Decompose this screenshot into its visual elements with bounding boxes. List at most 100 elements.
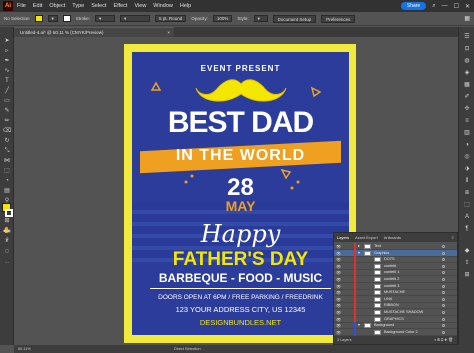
variable-width-dropdown[interactable]: ▾ <box>120 15 151 22</box>
tools-panel: ➤ ▹ ✒ ∿ T ╱ ▭ ✎ ✏ ⌫ ↻ ⤡ ⋈ ⬚ ◔ ▤ ⚲ ⧉ ⊞ ✋ … <box>0 27 14 345</box>
opacity-input[interactable]: 100% <box>212 15 233 22</box>
menu-object[interactable]: Object <box>49 3 65 9</box>
pathfinder-icon[interactable]: ⧈ <box>462 189 472 198</box>
type-tool-icon[interactable]: T <box>2 77 12 85</box>
symbols-icon[interactable]: ✣ <box>462 105 472 114</box>
properties-icon[interactable]: ☰ <box>462 33 472 42</box>
target-circle-icon[interactable] <box>442 258 445 262</box>
close-tab-icon[interactable]: × <box>167 28 170 38</box>
color-icon[interactable]: ◍ <box>462 57 472 66</box>
current-tool: Direct Selection <box>174 347 201 351</box>
menu-help[interactable]: Help <box>180 3 191 9</box>
fill-swatch[interactable] <box>34 15 43 22</box>
more-tools-icon[interactable]: ⋯ <box>2 259 12 267</box>
scale-tool-icon[interactable]: ⤡ <box>2 147 12 155</box>
appearance-icon[interactable]: ◎ <box>462 153 472 162</box>
brushes-icon[interactable]: ✐ <box>462 93 472 102</box>
arrange-icon[interactable]: ▦ <box>464 15 474 22</box>
tab-layers[interactable]: Layers <box>337 235 349 240</box>
target-circle-icon[interactable] <box>442 297 445 301</box>
rectangle-tool-icon[interactable]: ▭ <box>2 97 12 105</box>
menu-view[interactable]: View <box>134 3 146 9</box>
layer-thumbnail <box>374 296 381 302</box>
brush-dropdown[interactable]: 5 pt. Round <box>155 15 187 22</box>
curvature-tool-icon[interactable]: ∿ <box>2 67 12 75</box>
document-tab[interactable]: Untitled-4.ai* @ 60.11 % (CMYK/Preview) … <box>14 27 174 37</box>
menu-select[interactable]: Select <box>91 3 106 9</box>
target-circle-icon[interactable] <box>442 245 445 248</box>
layers-footer: 3 Layers ⌕ ⊞ ⊡ ✚ 🗑 <box>334 336 457 344</box>
width-tool-icon[interactable]: ⋈ <box>2 157 12 165</box>
style-dropdown[interactable]: ▾ <box>253 15 268 22</box>
zoom-level[interactable]: 60.11% <box>18 345 31 353</box>
target-circle-icon[interactable] <box>442 311 445 314</box>
gradient-tool-icon[interactable]: ▤ <box>2 187 12 195</box>
status-bar: 60.11% Direct Selection <box>14 345 474 353</box>
target-circle-icon[interactable] <box>442 278 445 281</box>
free-transform-tool-icon[interactable]: ⬚ <box>2 167 12 175</box>
preferences-button[interactable]: Preferences <box>321 14 356 23</box>
target-circle-icon[interactable] <box>442 251 445 255</box>
target-circle-icon[interactable] <box>442 330 445 334</box>
target-circle-icon[interactable] <box>442 317 445 321</box>
tab-asset-export[interactable]: Asset Export <box>355 235 378 240</box>
target-circle-icon[interactable] <box>442 324 445 328</box>
document-setup-button[interactable]: Document Setup <box>272 14 317 23</box>
layers-footer-actions[interactable]: ⌕ ⊞ ⊡ ✚ 🗑 <box>434 336 453 344</box>
line-tool-icon[interactable]: ╱ <box>2 87 12 95</box>
layers-icon[interactable]: ◆ <box>462 247 472 256</box>
menu-file[interactable]: File <box>17 3 26 9</box>
close-window-button[interactable]: ✕ <box>465 3 470 10</box>
poster-design[interactable]: EVENT PRESENT BEST DAD IN THE WORLD 28 M… <box>132 52 349 335</box>
transparency-icon[interactable]: ◑ <box>462 141 472 150</box>
direct-selection-tool-icon[interactable]: ▹ <box>2 47 12 55</box>
character-icon[interactable]: A <box>462 213 472 222</box>
layer-thumbnail <box>374 329 381 335</box>
asset-export-icon[interactable]: ⇪ <box>462 259 472 268</box>
draw-mode-icon[interactable]: ◐ <box>2 237 12 245</box>
swatches-icon[interactable]: ▦ <box>462 81 472 90</box>
paragraph-icon[interactable]: ¶ <box>462 225 472 234</box>
control-bar: No Selection ▾ Stroke: ▾ ▾ 5 pt. Round O… <box>0 12 474 26</box>
rotate-tool-icon[interactable]: ↻ <box>2 137 12 145</box>
pencil-tool-icon[interactable]: ✏ <box>2 117 12 125</box>
fill-dropdown[interactable]: ▾ <box>47 15 58 22</box>
tab-artboards[interactable]: Artboards <box>384 235 401 240</box>
search-icon[interactable]: ⌕ <box>432 3 435 10</box>
selection-tool-icon[interactable]: ➤ <box>2 37 12 45</box>
screen-mode-icon[interactable]: ▢ <box>2 247 12 255</box>
stroke-icon[interactable]: ≡ <box>462 117 472 126</box>
artboard-tool-icon[interactable]: ⊞ <box>2 217 12 225</box>
align-icon[interactable]: ⫴ <box>462 177 472 186</box>
minimize-button[interactable]: — <box>442 3 448 9</box>
stroke-swatch[interactable] <box>62 15 71 22</box>
paintbrush-tool-icon[interactable]: ✎ <box>2 107 12 115</box>
artboards-icon[interactable]: ⊞ <box>462 271 472 280</box>
stroke-color-box[interactable] <box>5 209 13 217</box>
layer-thumbnail <box>374 303 381 309</box>
layer-thumbnail <box>374 316 381 322</box>
graphic-styles-icon[interactable]: ⬗ <box>462 165 472 174</box>
main-menu: File Edit Object Type Select Effect View… <box>17 3 191 9</box>
target-circle-icon[interactable] <box>442 291 445 295</box>
shape-builder-tool-icon[interactable]: ◔ <box>2 177 12 185</box>
menu-effect[interactable]: Effect <box>114 3 128 9</box>
target-circle-icon[interactable] <box>442 304 445 308</box>
stroke-weight-input[interactable]: ▾ <box>95 15 116 22</box>
target-circle-icon[interactable] <box>442 271 445 275</box>
maximize-button[interactable]: ☐ <box>454 3 459 10</box>
target-circle-icon[interactable] <box>442 284 445 288</box>
menu-type[interactable]: Type <box>72 3 84 9</box>
libraries-icon[interactable]: ⊡ <box>462 45 472 54</box>
pen-tool-icon[interactable]: ✒ <box>2 57 12 65</box>
eraser-tool-icon[interactable]: ⌫ <box>2 127 12 135</box>
color-guide-icon[interactable]: ◈ <box>462 69 472 78</box>
menu-edit[interactable]: Edit <box>33 3 42 9</box>
share-button[interactable]: Share <box>400 2 427 10</box>
gradient-icon[interactable]: ▥ <box>462 129 472 138</box>
transform-icon[interactable]: ⬚ <box>462 201 472 210</box>
menu-window[interactable]: Window <box>153 3 173 9</box>
color-mode-icons[interactable]: ■ ▣ ⊘ <box>2 227 12 241</box>
target-circle-icon[interactable] <box>442 264 445 268</box>
panel-menu-icon[interactable]: ≡ <box>452 235 457 240</box>
